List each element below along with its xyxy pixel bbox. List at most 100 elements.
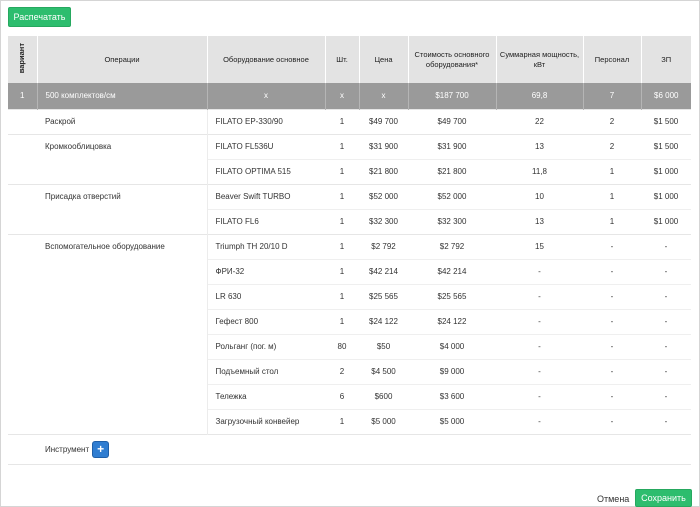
cost-cell: $4 000 bbox=[408, 333, 496, 359]
price-cell: $2 792 bbox=[359, 233, 408, 259]
staff-cell: - bbox=[583, 358, 641, 384]
staff-cell: - bbox=[583, 258, 641, 284]
qty-cell: 1 bbox=[325, 258, 359, 284]
staff-cell: - bbox=[583, 283, 641, 309]
power-cell: 13 bbox=[496, 208, 583, 234]
cancel-button[interactable]: Отмена bbox=[597, 494, 629, 504]
power-cell: - bbox=[496, 308, 583, 334]
price-cell: $24 122 bbox=[359, 308, 408, 334]
salary-cell: - bbox=[641, 408, 691, 434]
price-cell: $25 565 bbox=[359, 283, 408, 309]
cost-cell: $49 700 bbox=[408, 108, 496, 134]
table-row: LR 630 1 $25 565 $25 565 - - - bbox=[8, 283, 691, 309]
operation-cell bbox=[37, 359, 207, 384]
staff-cell: - bbox=[583, 408, 641, 434]
staff-cell: 2 bbox=[583, 133, 641, 159]
salary-cell: $1 500 bbox=[641, 133, 691, 159]
header-staff: Персонал bbox=[583, 36, 642, 83]
table-row: Кромкооблицовка FILATO FL536U 1 $31 900 … bbox=[8, 133, 691, 159]
instrument-row: Инструмент + bbox=[8, 433, 691, 464]
staff-cell: 2 bbox=[583, 108, 641, 134]
qty-cell: 1 bbox=[325, 133, 359, 159]
power-cell: 11,8 bbox=[496, 158, 583, 184]
header-qty: Шт. bbox=[325, 36, 360, 83]
equipment-cell: FILATO OPTIMA 515 bbox=[206, 158, 325, 184]
header-cost: Стоимость основного оборудования* bbox=[408, 36, 497, 83]
salary-cell: - bbox=[641, 383, 691, 409]
equipment-cell: Triumph TH 20/10 D bbox=[206, 233, 325, 259]
power-cell: - bbox=[496, 358, 583, 384]
power-cell: 13 bbox=[496, 133, 583, 159]
header-variant: вариант bbox=[8, 36, 38, 83]
power-cell: - bbox=[496, 258, 583, 284]
price-cell: $5 000 bbox=[359, 408, 408, 434]
qty-cell: 6 bbox=[325, 383, 359, 409]
power-cell: - bbox=[496, 283, 583, 309]
table-header-row: вариант Операции Оборудование основное Ш… bbox=[8, 36, 691, 83]
group-qty: x bbox=[325, 83, 360, 109]
header-equipment: Оборудование основное bbox=[207, 36, 326, 83]
add-instrument-button[interactable]: + bbox=[93, 441, 109, 457]
cost-cell: $21 800 bbox=[408, 158, 496, 184]
group-equipment: x bbox=[207, 83, 326, 109]
table-row: Присадка отверстий Beaver Swift TURBO 1 … bbox=[8, 183, 691, 209]
equipment-cell: Загрузочный конвейер bbox=[206, 408, 325, 434]
equipment-cell: Тележка bbox=[206, 383, 325, 409]
cost-cell: $2 792 bbox=[408, 233, 496, 259]
group-variant: 1 bbox=[8, 83, 38, 109]
equipment-cell: ФРИ-32 bbox=[206, 258, 325, 284]
header-power: Суммарная мощность, кВт bbox=[496, 36, 584, 83]
salary-cell: $1 000 bbox=[641, 208, 691, 234]
group-label: 500 комплектов/см bbox=[37, 83, 208, 109]
header-salary: ЗП bbox=[641, 36, 691, 83]
header-operations: Операции bbox=[37, 36, 208, 83]
cost-cell: $42 214 bbox=[408, 258, 496, 284]
staff-cell: - bbox=[583, 233, 641, 259]
qty-cell: 80 bbox=[325, 333, 359, 359]
operation-cell bbox=[37, 409, 207, 434]
operation-cell bbox=[37, 209, 207, 234]
price-cell: $42 214 bbox=[359, 258, 408, 284]
cost-cell: $24 122 bbox=[408, 308, 496, 334]
cost-cell: $3 600 bbox=[408, 383, 496, 409]
salary-cell: $1 000 bbox=[641, 183, 691, 209]
staff-cell: - bbox=[583, 333, 641, 359]
equipment-cell: FILATO FL6 bbox=[206, 208, 325, 234]
qty-cell: 1 bbox=[325, 308, 359, 334]
cost-cell: $9 000 bbox=[408, 358, 496, 384]
operation-cell bbox=[37, 159, 207, 184]
power-cell: - bbox=[496, 408, 583, 434]
equipment-cell: Beaver Swift TURBO bbox=[206, 183, 325, 209]
plus-icon: + bbox=[97, 442, 105, 457]
cost-cell: $5 000 bbox=[408, 408, 496, 434]
salary-cell: - bbox=[641, 333, 691, 359]
group-salary: $6 000 bbox=[641, 83, 691, 109]
price-cell: $32 300 bbox=[359, 208, 408, 234]
table-bottom-border bbox=[8, 464, 691, 465]
print-button[interactable]: Распечатать bbox=[8, 7, 71, 27]
qty-cell: 2 bbox=[325, 358, 359, 384]
table-row: Гефест 800 1 $24 122 $24 122 - - - bbox=[8, 308, 691, 334]
operation-cell bbox=[37, 309, 207, 334]
price-cell: $52 000 bbox=[359, 183, 408, 209]
staff-cell: 1 bbox=[583, 183, 641, 209]
equipment-cell: FILATO EP-330/90 bbox=[206, 108, 325, 134]
price-cell: $600 bbox=[359, 383, 408, 409]
group-power: 69,8 bbox=[496, 83, 584, 109]
staff-cell: - bbox=[583, 308, 641, 334]
group-row: 1 500 комплектов/см x x x $187 700 69,8 … bbox=[8, 83, 691, 109]
qty-cell: 1 bbox=[325, 108, 359, 134]
table-row: Загрузочный конвейер 1 $5 000 $5 000 - -… bbox=[8, 408, 691, 434]
cost-cell: $25 565 bbox=[408, 283, 496, 309]
table-row: Вспомогательное оборудование Triumph TH … bbox=[8, 233, 691, 259]
power-cell: 15 bbox=[496, 233, 583, 259]
price-cell: $49 700 bbox=[359, 108, 408, 134]
table-row: Подъемный стол 2 $4 500 $9 000 - - - bbox=[8, 358, 691, 384]
equipment-table: вариант Операции Оборудование основное Ш… bbox=[8, 36, 691, 465]
power-cell: 22 bbox=[496, 108, 583, 134]
group-staff: 7 bbox=[583, 83, 642, 109]
operation-cell bbox=[37, 334, 207, 359]
salary-cell: - bbox=[641, 233, 691, 259]
save-button[interactable]: Сохранить bbox=[635, 489, 692, 507]
price-cell: $50 bbox=[359, 333, 408, 359]
